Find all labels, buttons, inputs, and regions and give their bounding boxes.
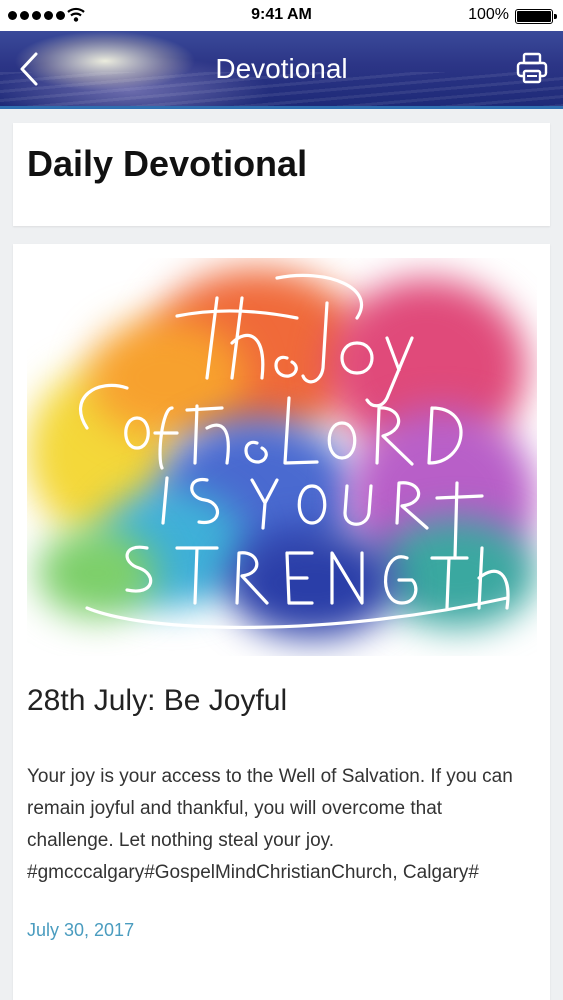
nav-bar: Devotional	[0, 31, 563, 109]
artwork-lettering	[79, 273, 510, 630]
header-card: Daily Devotional	[13, 123, 550, 226]
status-bar: 9:41 AM 100%	[0, 0, 563, 31]
post-body: Your joy is your access to the Well of S…	[27, 766, 513, 883]
post-image[interactable]	[27, 258, 537, 656]
battery-icon	[515, 9, 557, 24]
printer-icon[interactable]	[515, 51, 549, 85]
post-date-link[interactable]: July 30, 2017	[27, 920, 134, 941]
page-title: Daily Devotional	[27, 143, 308, 184]
post-card: 28th July: Be Joyful Your joy is your ac…	[13, 244, 550, 1000]
battery-percent: 100%	[468, 6, 509, 23]
nav-title: Devotional	[215, 53, 348, 84]
post-title: 28th July: Be Joyful	[27, 684, 288, 717]
